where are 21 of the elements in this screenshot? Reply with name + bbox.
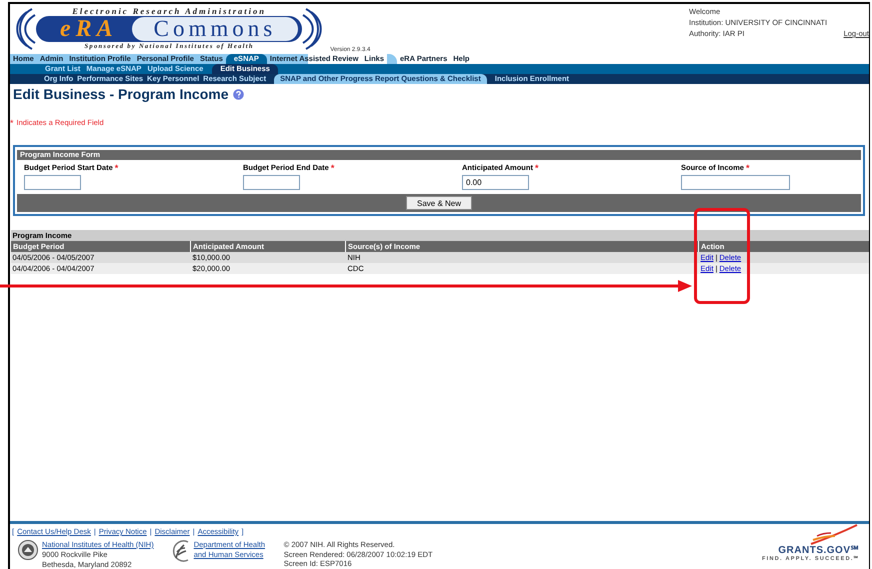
help-icon[interactable] (232, 88, 244, 100)
swoosh-icon (809, 524, 859, 546)
tab-edge (387, 54, 398, 64)
logo-text: eRA (60, 16, 118, 42)
seal-icon (18, 540, 38, 560)
input-field[interactable] (681, 175, 790, 190)
page-title: Edit Business - Program Income (13, 86, 228, 102)
required-asterisk: * (10, 118, 14, 130)
arc-icon (14, 7, 36, 51)
input-field[interactable] (24, 175, 81, 190)
logo-tagline: Electronic Research Administration (72, 6, 266, 16)
required-asterisk: * (330, 163, 334, 174)
input-field[interactable]: 0.00 (462, 175, 529, 190)
save-new-button[interactable]: Save & New (406, 196, 472, 210)
input-field[interactable] (243, 175, 300, 190)
required-asterisk: * (114, 163, 118, 174)
grants-logo-text: GRANTS.GOV℠ (778, 546, 859, 555)
arc-icon (302, 7, 324, 51)
logo-text: Commons (132, 17, 298, 41)
required-asterisk: * (534, 163, 538, 174)
required-asterisk: * (746, 163, 750, 174)
